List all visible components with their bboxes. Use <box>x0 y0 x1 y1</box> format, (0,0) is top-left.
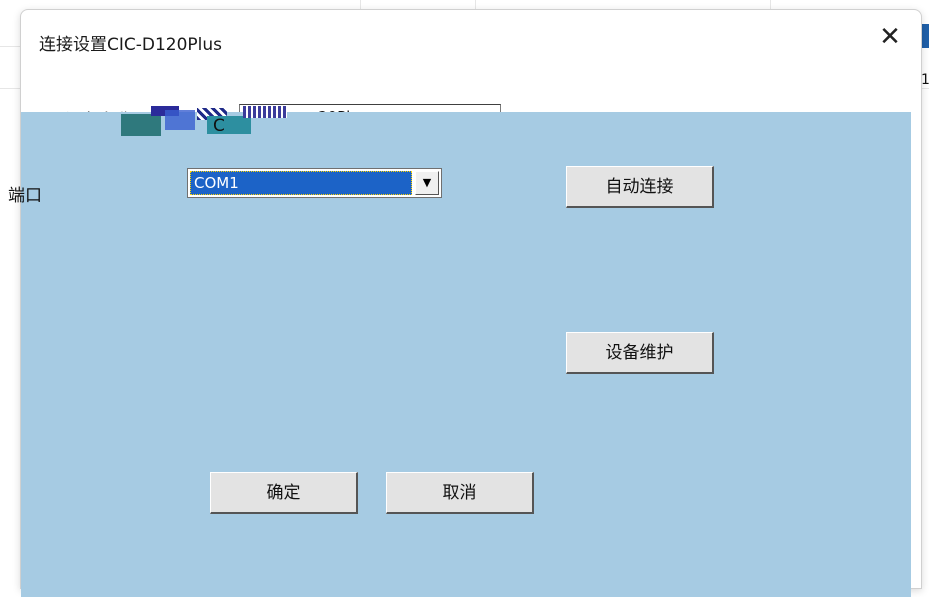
render-glitch <box>121 114 161 136</box>
grid-line <box>770 0 771 9</box>
cancel-button[interactable]: 取消 <box>386 472 534 514</box>
background-cell-text: 1 <box>921 72 929 88</box>
grid-line <box>475 0 476 9</box>
close-button[interactable]: ✕ <box>875 22 905 52</box>
render-glitch <box>243 106 287 118</box>
device-maintenance-button[interactable]: 设备维护 <box>566 332 714 374</box>
port-label: 端口 <box>8 186 42 206</box>
dialog-title: 连接设置CIC-D120Plus <box>39 35 223 55</box>
port-select[interactable]: COM1 ▼ <box>187 168 442 198</box>
chevron-down-icon[interactable]: ▼ <box>415 171 439 195</box>
render-glitch-text: C <box>213 116 225 136</box>
close-icon: ✕ <box>879 22 901 52</box>
auto-connect-button[interactable]: 自动连接 <box>566 166 714 208</box>
grid-line <box>360 0 361 9</box>
port-select-value: COM1 <box>190 171 412 195</box>
ok-button[interactable]: 确定 <box>210 472 358 514</box>
render-glitch <box>165 110 195 130</box>
client-panel <box>21 137 911 597</box>
